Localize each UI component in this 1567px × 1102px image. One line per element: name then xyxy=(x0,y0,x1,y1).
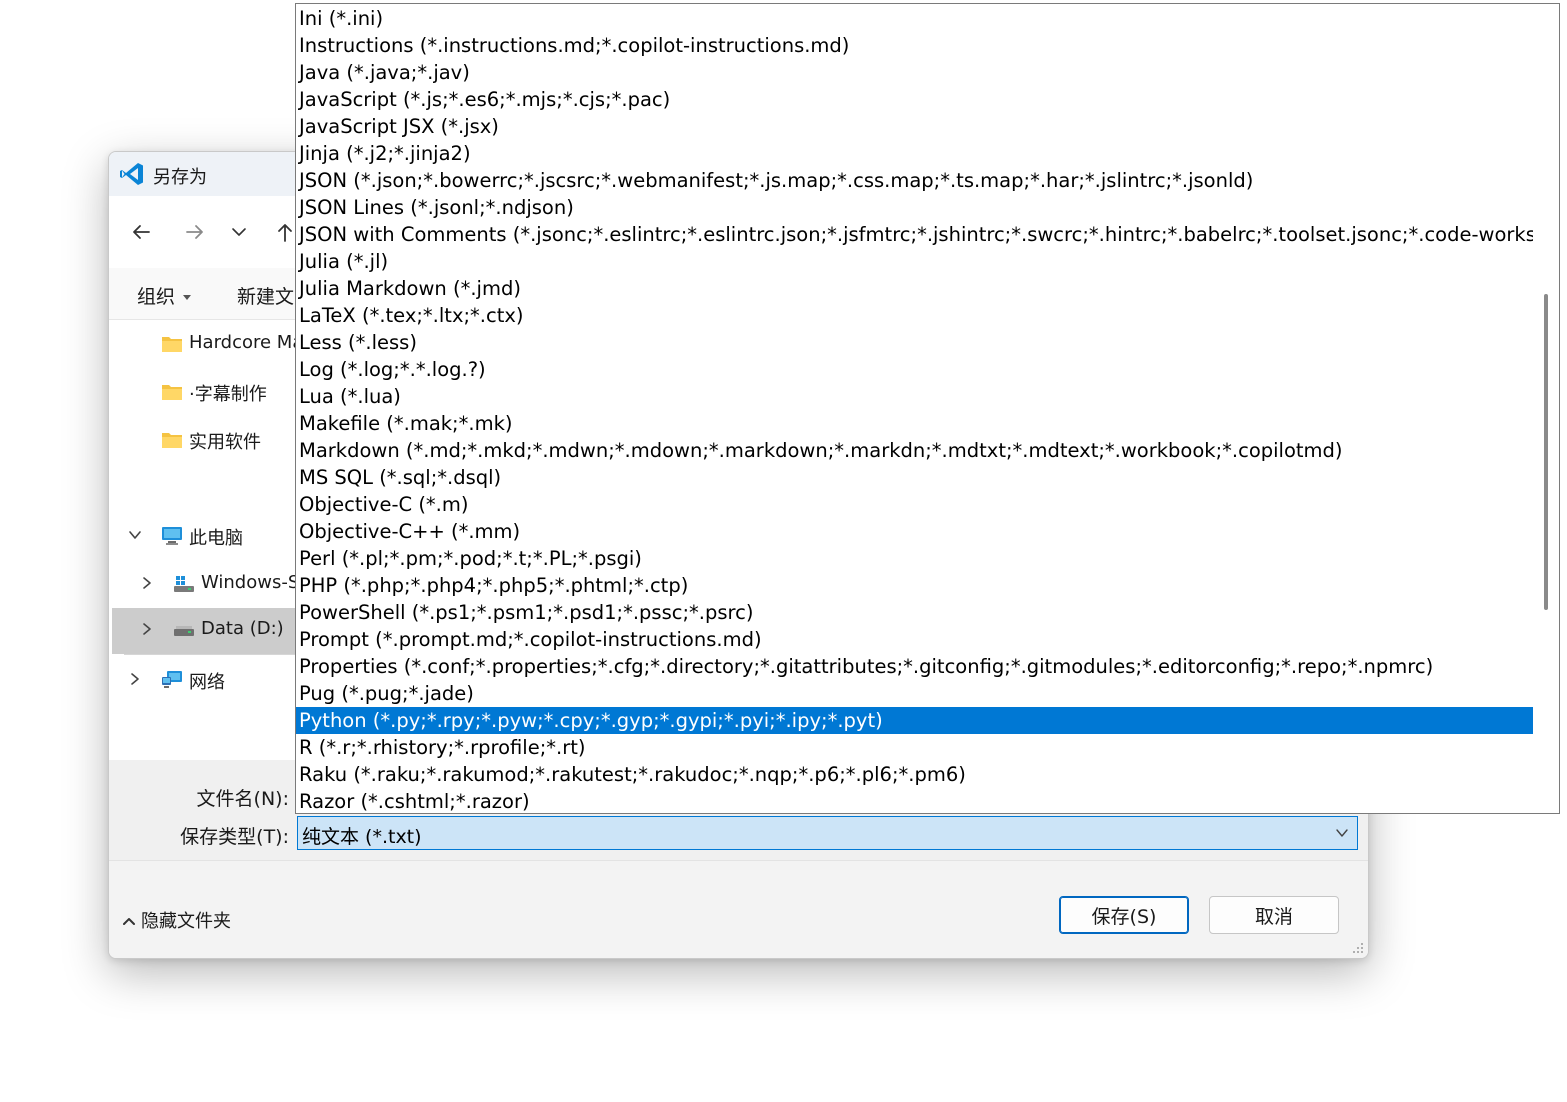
sidebar-item-subtitles[interactable]: ·字幕制作 xyxy=(109,370,299,414)
new-folder-button[interactable]: 新建文 xyxy=(237,282,294,309)
file-type-option[interactable]: JavaScript JSX (*.jsx) xyxy=(296,113,1533,140)
sidebar-item-this-pc[interactable]: 此电脑 xyxy=(109,514,299,558)
vscode-icon xyxy=(120,163,143,185)
drive-icon xyxy=(174,576,194,592)
file-type-option[interactable]: Lua (*.lua) xyxy=(296,383,1533,410)
hide-folders-label: 隐藏文件夹 xyxy=(141,911,231,932)
save-button[interactable]: 保存(S) xyxy=(1059,896,1189,934)
file-type-option[interactable]: Python (*.py;*.rpy;*.pyw;*.cpy;*.gyp;*.g… xyxy=(296,707,1533,734)
sidebar-item-label: ·字幕制作 xyxy=(189,384,267,405)
chevron-up-icon xyxy=(123,918,135,925)
file-type-option[interactable]: JSON with Comments (*.jsonc;*.eslintrc;*… xyxy=(296,221,1533,248)
save-type-label: 保存类型(T): xyxy=(180,826,289,848)
save-type-select[interactable]: 纯文本 (*.txt) xyxy=(297,816,1358,850)
file-type-option[interactable]: Perl (*.pl;*.pm;*.pod;*.t;*.PL;*.psgi) xyxy=(296,545,1533,572)
file-type-option[interactable]: Less (*.less) xyxy=(296,329,1533,356)
arrow-right-icon xyxy=(186,225,203,239)
sidebar-item-software[interactable]: 实用软件 xyxy=(109,418,299,462)
arrow-up-icon xyxy=(278,224,292,242)
chevron-right-icon[interactable] xyxy=(127,671,143,687)
caret-down-icon xyxy=(183,295,192,300)
file-type-option[interactable]: Raku (*.raku;*.rakumod;*.rakutest;*.raku… xyxy=(296,761,1533,788)
recent-locations-button[interactable] xyxy=(221,214,257,250)
dialog-footer: 隐藏文件夹 保存(S) 取消 xyxy=(109,860,1368,958)
file-type-option[interactable]: Ini (*.ini) xyxy=(296,5,1533,32)
file-type-option[interactable]: MS SQL (*.sql;*.dsql) xyxy=(296,464,1533,491)
divider xyxy=(124,654,299,655)
file-type-option[interactable]: Jinja (*.j2;*.jinja2) xyxy=(296,140,1533,167)
file-type-option[interactable]: Makefile (*.mak;*.mk) xyxy=(296,410,1533,437)
file-type-dropdown-list[interactable]: Ini (*.ini) Instructions (*.instructions.… xyxy=(295,3,1560,814)
save-type-value: 纯文本 (*.txt) xyxy=(302,826,422,848)
file-type-option[interactable]: Markdown (*.md;*.mkd;*.mdwn;*.mdown;*.ma… xyxy=(296,437,1533,464)
file-type-option[interactable]: Properties (*.conf;*.properties;*.cfg;*.… xyxy=(296,653,1533,680)
chevron-down-icon[interactable] xyxy=(127,527,143,543)
file-type-option[interactable]: Java (*.java;*.jav) xyxy=(296,59,1533,86)
file-type-option[interactable]: LaTeX (*.tex;*.ltx;*.ctx) xyxy=(296,302,1533,329)
folder-icon xyxy=(162,385,182,400)
file-type-option[interactable]: JSON Lines (*.jsonl;*.ndjson) xyxy=(296,194,1533,221)
sidebar-item-label: Windows-S xyxy=(201,572,300,593)
cancel-button[interactable]: 取消 xyxy=(1209,896,1339,934)
chevron-right-icon[interactable] xyxy=(139,575,155,591)
file-type-option[interactable]: Objective-C++ (*.mm) xyxy=(296,518,1533,545)
file-type-option[interactable]: Prompt (*.prompt.md;*.copilot-instructio… xyxy=(296,626,1533,653)
file-type-option[interactable]: R (*.r;*.rhistory;*.rprofile;*.rt) xyxy=(296,734,1533,761)
organize-label: 组织 xyxy=(137,286,176,308)
file-type-options: Ini (*.ini) Instructions (*.instructions.… xyxy=(296,5,1533,813)
chevron-right-icon[interactable] xyxy=(139,621,155,637)
hide-folders-toggle[interactable]: 隐藏文件夹 xyxy=(123,907,231,933)
forward-button[interactable] xyxy=(177,214,213,250)
filename-label: 文件名(N): xyxy=(196,788,289,810)
arrow-left-icon xyxy=(133,225,150,239)
sidebar-item-data-drive[interactable]: Data (D:) xyxy=(112,608,299,654)
file-type-option[interactable]: Objective-C (*.m) xyxy=(296,491,1533,518)
sidebar-item-windows-drive[interactable]: Windows-S xyxy=(109,562,299,606)
folder-icon xyxy=(162,337,182,352)
scroll-thumb[interactable] xyxy=(1544,294,1548,610)
file-type-option[interactable]: Razor (*.cshtml;*.razor) xyxy=(296,788,1533,813)
chevron-down-icon xyxy=(232,228,246,236)
resize-grip-icon[interactable] xyxy=(1352,942,1364,954)
network-icon xyxy=(162,671,182,688)
sidebar-item-label: 实用软件 xyxy=(189,432,261,453)
sidebar-item-label: Hardcore Ma xyxy=(189,332,304,353)
sidebar-item-hardcore[interactable]: Hardcore Ma xyxy=(109,322,303,366)
drive-icon xyxy=(174,626,194,636)
computer-icon xyxy=(162,527,182,545)
sidebar-item-label: Data (D:) xyxy=(201,618,284,639)
sidebar-item-label: 此电脑 xyxy=(189,528,243,549)
file-type-option[interactable]: Pug (*.pug;*.jade) xyxy=(296,680,1533,707)
sidebar-item-network[interactable]: 网络 xyxy=(109,658,299,702)
file-type-option[interactable]: JSON (*.json;*.bowerrc;*.jscsrc;*.webman… xyxy=(296,167,1533,194)
file-type-option[interactable]: PowerShell (*.ps1;*.psm1;*.psd1;*.pssc;*… xyxy=(296,599,1533,626)
file-type-option[interactable]: JavaScript (*.js;*.es6;*.mjs;*.cjs;*.pac… xyxy=(296,86,1533,113)
window-title: 另存为 xyxy=(153,167,207,188)
sidebar-item-label: 网络 xyxy=(189,672,225,693)
back-button[interactable] xyxy=(123,214,159,250)
organize-menu[interactable]: 组织 xyxy=(137,282,192,309)
file-type-option[interactable]: Instructions (*.instructions.md;*.copilo… xyxy=(296,32,1533,59)
file-type-option[interactable]: Julia (*.jl) xyxy=(296,248,1533,275)
chevron-down-icon xyxy=(1336,829,1348,837)
file-type-option[interactable]: PHP (*.php;*.php4;*.php5;*.phtml;*.ctp) xyxy=(296,572,1533,599)
folder-icon xyxy=(162,433,182,448)
file-type-option[interactable]: Log (*.log;*.*.log.?) xyxy=(296,356,1533,383)
file-type-option[interactable]: Julia Markdown (*.jmd) xyxy=(296,275,1533,302)
dropdown-scrollbar[interactable] xyxy=(1534,4,1558,813)
